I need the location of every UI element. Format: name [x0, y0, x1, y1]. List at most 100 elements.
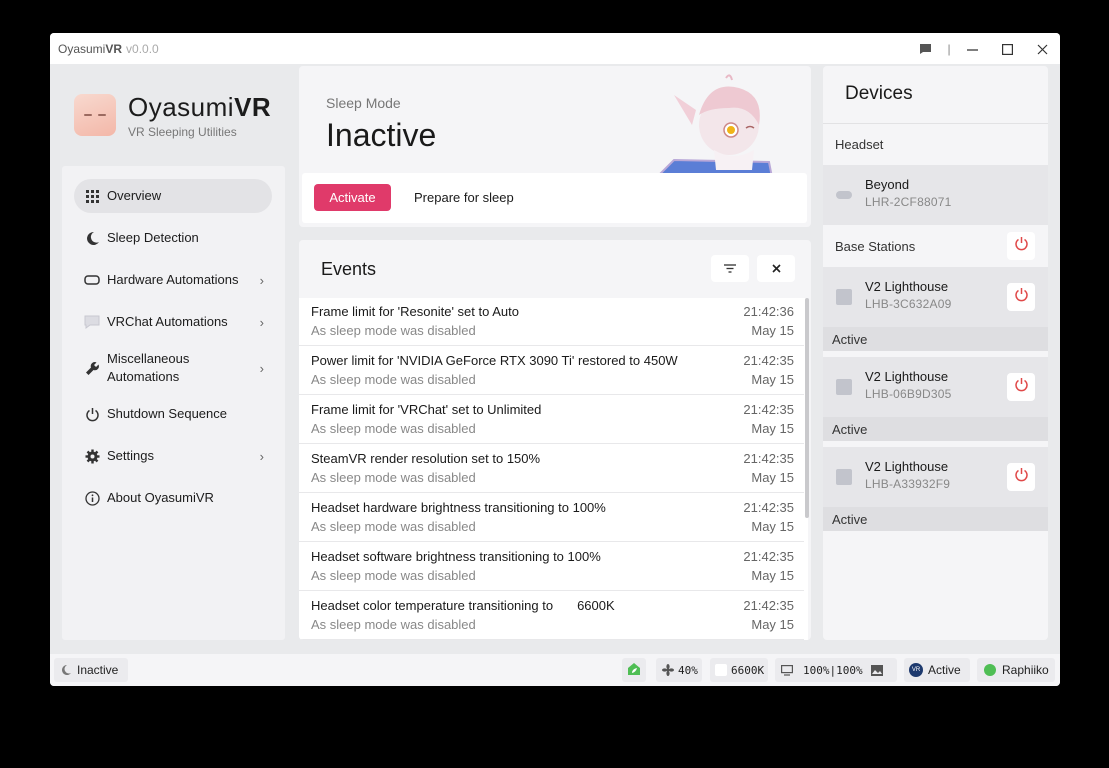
section-label: Headset [835, 137, 884, 152]
event-row: Power limit for 'NVIDIA GeForce RTX 3090… [299, 347, 804, 395]
event-date: May 15 [751, 421, 794, 436]
event-subtitle: As sleep mode was disabled [311, 323, 476, 338]
nav-about[interactable]: About OyasumiVR [74, 481, 272, 515]
nav-label: Shutdown Sequence [107, 406, 227, 421]
sleep-mode-card: Sleep Mode Inactive Activate Prepare for… [299, 66, 811, 227]
base-station-device[interactable]: V2 Lighthouse LHB-06B9D305 [823, 357, 1048, 417]
base-stations-section-header: Base Stations [823, 229, 1048, 263]
nav-shutdown-sequence[interactable]: Shutdown Sequence [74, 397, 272, 431]
prepare-for-sleep-button[interactable]: Prepare for sleep [414, 184, 514, 211]
base-station-icon [836, 469, 852, 485]
chevron-right-icon: › [259, 272, 264, 288]
event-time: 21:42:36 [743, 304, 794, 319]
device-name: V2 Lighthouse [865, 459, 949, 474]
online-status-dot [984, 664, 996, 676]
base-station-device[interactable]: V2 Lighthouse LHB-3C632A09 [823, 267, 1048, 327]
chevron-right-icon: › [259, 360, 264, 376]
device-name: V2 Lighthouse [865, 279, 949, 294]
event-subtitle: As sleep mode was disabled [311, 519, 476, 534]
nav-hardware-automations[interactable]: Hardware Automations › [74, 263, 272, 297]
base-station-power-button[interactable] [1007, 283, 1035, 311]
brand-header: OyasumiVR VR Sleeping Utilities [50, 64, 290, 166]
nav-label: Sleep Detection [107, 230, 199, 245]
events-header: Events [299, 240, 811, 297]
events-panel: Events Frame limit for 'Resonite' set to… [299, 240, 811, 640]
fan-icon [662, 664, 674, 676]
section-label: Base Stations [835, 239, 916, 254]
event-subtitle: As sleep mode was disabled [311, 372, 476, 387]
sidebar: Overview Sleep Detection Hardware Automa… [62, 166, 285, 640]
nav-overview[interactable]: Overview [74, 179, 272, 213]
nav-label: VRChat Automations [107, 314, 228, 329]
filter-button[interactable] [711, 255, 749, 282]
nav-miscellaneous-automations[interactable]: Miscellaneous Automations › [74, 347, 272, 389]
fan-speed-text: 40% [678, 663, 698, 677]
feedback-icon[interactable] [914, 39, 936, 59]
power-icon [1014, 467, 1029, 487]
headset-device[interactable]: Beyond LHR-2CF88071 [823, 165, 1048, 225]
nav-label: Miscellaneous Automations [107, 351, 190, 384]
vrchat-logo-icon: VR [909, 663, 923, 677]
version-label: v0.0.0 [126, 42, 159, 56]
close-icon [771, 261, 781, 276]
wrench-icon [84, 360, 100, 376]
base-station-status: Active [823, 417, 1048, 441]
device-serial: LHB-06B9D305 [865, 387, 952, 401]
event-time: 21:42:35 [743, 598, 794, 613]
all-base-stations-power-button[interactable] [1007, 232, 1035, 260]
sleep-state-text: Inactive [77, 663, 119, 677]
events-scrollbar[interactable] [805, 298, 809, 518]
event-time: 21:42:35 [743, 451, 794, 466]
sleep-preparation-indicator[interactable] [622, 658, 646, 682]
status-label: Active [832, 332, 868, 347]
headset-section-header: Headset [823, 127, 1048, 161]
event-row: Headset software brightness transitionin… [299, 543, 804, 591]
base-station-power-button[interactable] [1007, 463, 1035, 491]
devices-title: Devices [845, 83, 913, 104]
event-title-value: 6600K [577, 598, 615, 613]
event-date: May 15 [751, 519, 794, 534]
vr-headset-icon [836, 191, 852, 199]
clear-events-button[interactable] [757, 255, 795, 282]
activate-button[interactable]: Activate [314, 184, 391, 211]
events-title: Events [321, 259, 377, 279]
window-title: OyasumiVR v0.0.0 [58, 42, 159, 56]
brand-subtitle: VR Sleeping Utilities [128, 125, 237, 139]
filter-icon [724, 261, 736, 276]
event-row: SteamVR render resolution set to 150% As… [299, 445, 804, 493]
user-indicator[interactable]: Raphiiko [977, 658, 1055, 682]
nav-sleep-detection[interactable]: Sleep Detection [74, 221, 272, 255]
nav-vrchat-automations[interactable]: VRChat Automations › [74, 305, 272, 339]
event-title: SteamVR render resolution set to 150% [311, 451, 541, 466]
sleep-state-indicator[interactable]: Inactive [54, 658, 128, 682]
moon-icon [84, 230, 100, 246]
base-station-status: Active [823, 327, 1048, 351]
chevron-right-icon: › [259, 448, 264, 464]
sleep-actions-bar: Activate Prepare for sleep [302, 173, 807, 223]
device-serial: LHB-3C632A09 [865, 297, 952, 311]
event-title: Headset hardware brightness transitionin… [311, 500, 606, 515]
device-serial: LHR-2CF88071 [865, 195, 952, 209]
event-title: Frame limit for 'Resonite' set to Auto [311, 304, 519, 319]
close-button[interactable] [1031, 39, 1053, 59]
vrchat-status-indicator[interactable]: VR Active [904, 658, 970, 682]
maximize-button[interactable] [996, 39, 1018, 59]
sleep-mode-state: Inactive [326, 117, 437, 153]
chevron-right-icon: › [259, 314, 264, 330]
power-icon [1014, 236, 1029, 256]
brightness-indicator[interactable]: 100%|100% [775, 658, 897, 682]
event-time: 21:42:35 [743, 549, 794, 564]
device-name: V2 Lighthouse [865, 369, 949, 384]
minimize-button[interactable] [961, 39, 983, 59]
base-station-power-button[interactable] [1007, 373, 1035, 401]
power-icon [84, 406, 100, 422]
base-station-device[interactable]: V2 Lighthouse LHB-A33932F9 [823, 447, 1048, 507]
color-temperature-indicator[interactable]: 6600K [710, 658, 768, 682]
event-title: Headset color temperature transitioning … [311, 598, 615, 613]
nav-label: About OyasumiVR [107, 490, 214, 505]
nav-settings[interactable]: Settings › [74, 439, 272, 473]
event-date: May 15 [751, 323, 794, 338]
base-station-icon [836, 379, 852, 395]
fan-speed-indicator[interactable]: 40% [656, 658, 702, 682]
base-station-status: Active [823, 507, 1048, 531]
